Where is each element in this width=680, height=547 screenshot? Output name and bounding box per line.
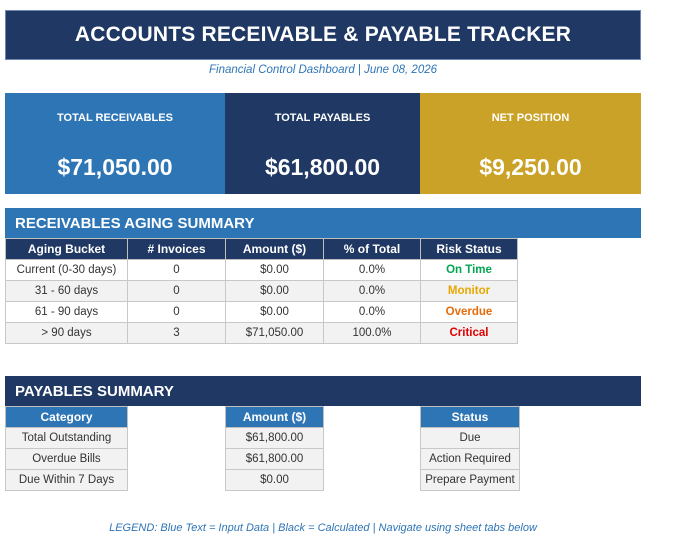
payables-amount-table: Amount ($) $61,800.00 $61,800.00 $0.00 [225, 406, 324, 491]
amount-cell[interactable]: $0.00 [225, 280, 324, 302]
table-row: > 90 days 3 $71,050.00 100.0% Critical [5, 322, 518, 344]
payables-category-table: Category Total Outstanding Overdue Bills… [5, 406, 128, 491]
receivables-aging-table: Aging Bucket # Invoices Amount ($) % of … [5, 238, 518, 344]
percent-cell[interactable]: 0.0% [323, 280, 421, 302]
payables-status-table: Status Due Action Required Prepare Payme… [420, 406, 520, 491]
table-row: 31 - 60 days 0 $0.00 0.0% Monitor [5, 280, 518, 302]
table-header-row: Status [420, 406, 520, 428]
percent-cell[interactable]: 0.0% [323, 259, 421, 281]
status-cell[interactable]: Due [420, 427, 520, 449]
invoice-count-cell[interactable]: 0 [127, 280, 226, 302]
column-header-status[interactable]: Status [420, 406, 520, 428]
kpi-value: $71,050.00 [57, 154, 173, 180]
dashboard-title: ACCOUNTS RECEIVABLE & PAYABLE TRACKER [5, 10, 641, 60]
percent-cell[interactable]: 100.0% [323, 322, 421, 344]
amount-cell[interactable]: $0.00 [225, 469, 324, 491]
column-header-risk-status[interactable]: Risk Status [420, 238, 518, 260]
category-cell[interactable]: Overdue Bills [5, 448, 128, 470]
amount-cell[interactable]: $0.00 [225, 301, 324, 323]
aging-bucket-cell[interactable]: 61 - 90 days [5, 301, 128, 323]
column-header-invoices[interactable]: # Invoices [127, 238, 226, 260]
kpi-label: NET POSITION [491, 112, 570, 124]
kpi-net-position: NET POSITION $9,250.00 [420, 93, 641, 194]
table-header-row: Amount ($) [225, 406, 324, 428]
table-row: Prepare Payment [420, 469, 520, 491]
table-row: Total Outstanding [5, 427, 128, 449]
category-cell[interactable]: Due Within 7 Days [5, 469, 128, 491]
status-cell[interactable]: Action Required [420, 448, 520, 470]
table-row: $61,800.00 [225, 448, 324, 470]
aging-bucket-cell[interactable]: > 90 days [5, 322, 128, 344]
column-header-aging-bucket[interactable]: Aging Bucket [5, 238, 128, 260]
column-header-amount[interactable]: Amount ($) [225, 238, 324, 260]
risk-status-cell[interactable]: On Time [420, 259, 518, 281]
table-row: Action Required [420, 448, 520, 470]
invoice-count-cell[interactable]: 3 [127, 322, 226, 344]
kpi-label: TOTAL PAYABLES [274, 112, 371, 124]
invoice-count-cell[interactable]: 0 [127, 259, 226, 281]
table-header-row: Aging Bucket # Invoices Amount ($) % of … [5, 238, 518, 260]
table-row: Current (0-30 days) 0 $0.00 0.0% On Time [5, 259, 518, 281]
table-header-row: Category [5, 406, 128, 428]
dashboard-subtitle: Financial Control Dashboard | June 08, 2… [208, 64, 438, 76]
table-row: $0.00 [225, 469, 324, 491]
table-row: Due [420, 427, 520, 449]
risk-status-cell[interactable]: Critical [420, 322, 518, 344]
column-header-category[interactable]: Category [5, 406, 128, 428]
column-header-percent[interactable]: % of Total [323, 238, 421, 260]
column-header-amount[interactable]: Amount ($) [225, 406, 324, 428]
status-cell[interactable]: Prepare Payment [420, 469, 520, 491]
amount-cell[interactable]: $61,800.00 [225, 448, 324, 470]
aging-bucket-cell[interactable]: 31 - 60 days [5, 280, 128, 302]
aging-bucket-cell[interactable]: Current (0-30 days) [5, 259, 128, 281]
invoice-count-cell[interactable]: 0 [127, 301, 226, 323]
kpi-label: TOTAL RECEIVABLES [57, 112, 173, 124]
risk-status-cell[interactable]: Monitor [420, 280, 518, 302]
kpi-value: $9,250.00 [479, 154, 582, 180]
amount-cell[interactable]: $0.00 [225, 259, 324, 281]
table-row: 61 - 90 days 0 $0.00 0.0% Overdue [5, 301, 518, 323]
category-cell[interactable]: Total Outstanding [5, 427, 128, 449]
kpi-value: $61,800.00 [264, 154, 381, 180]
kpi-total-payables: TOTAL PAYABLES $61,800.00 [225, 93, 420, 194]
table-row: Overdue Bills [5, 448, 128, 470]
risk-status-cell[interactable]: Overdue [420, 301, 518, 323]
receivables-aging-section-title: RECEIVABLES AGING SUMMARY [5, 208, 641, 238]
table-row: Due Within 7 Days [5, 469, 128, 491]
amount-cell[interactable]: $61,800.00 [225, 427, 324, 449]
payables-summary-section-title: PAYABLES SUMMARY [5, 376, 641, 406]
table-row: $61,800.00 [225, 427, 324, 449]
amount-cell[interactable]: $71,050.00 [225, 322, 324, 344]
kpi-total-receivables: TOTAL RECEIVABLES $71,050.00 [5, 93, 225, 194]
legend-note: LEGEND: Blue Text = Input Data | Black =… [109, 522, 537, 534]
percent-cell[interactable]: 0.0% [323, 301, 421, 323]
